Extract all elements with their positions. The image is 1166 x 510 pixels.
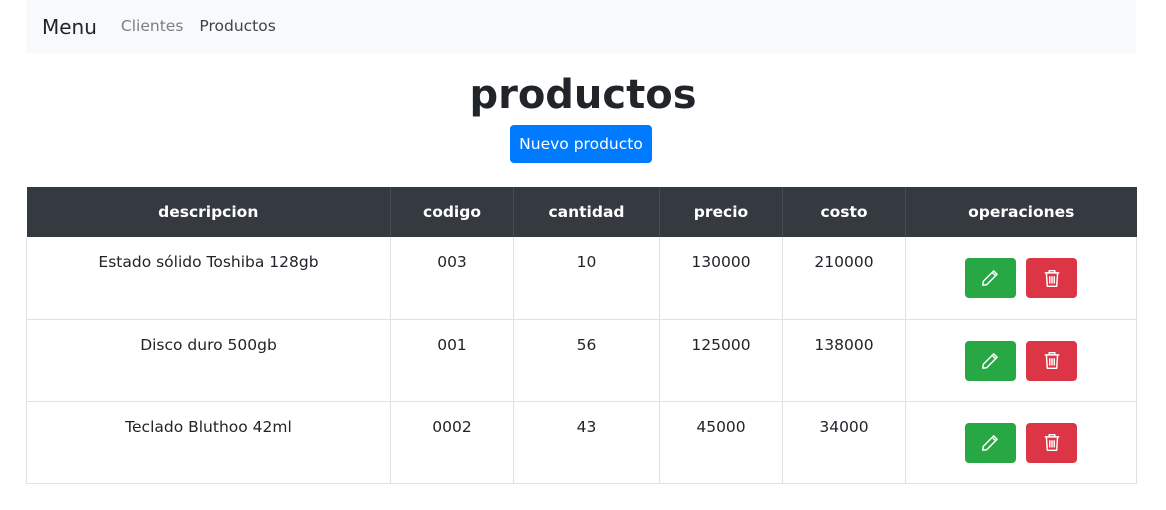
nav-link-productos[interactable]: Productos — [199, 18, 275, 35]
cell-precio: 125000 — [659, 319, 783, 402]
pencil-icon — [982, 270, 998, 286]
cell-costo: 138000 — [782, 319, 906, 402]
navbar: Menu Clientes Productos — [26, 0, 1136, 53]
column-header-codigo: codigo — [390, 187, 514, 237]
trash-icon — [1044, 351, 1060, 370]
cell-codigo: 0002 — [390, 401, 514, 484]
page-title: productos — [469, 72, 697, 118]
pencil-icon — [982, 352, 998, 369]
table-body: Estado sólido Toshiba 128gb 003 10 13000… — [26, 237, 1137, 484]
edit-button[interactable] — [964, 340, 1016, 381]
cell-descripcion: Estado sólido Toshiba 128gb — [26, 237, 391, 320]
cell-codigo: 001 — [390, 319, 514, 402]
table-row: Disco duro 500gb 001 56 125000 138000 — [26, 319, 1137, 402]
cell-precio: 130000 — [659, 237, 783, 320]
table-row: Estado sólido Toshiba 128gb 003 10 13000… — [26, 237, 1137, 320]
column-header-costo: costo — [782, 187, 906, 237]
cell-operaciones — [905, 237, 1137, 320]
column-header-precio: precio — [659, 187, 783, 237]
cell-operaciones — [905, 401, 1137, 484]
table-row: Teclado Bluthoo 42ml 0002 43 45000 34000 — [26, 401, 1137, 484]
column-header-descripcion: descripcion — [26, 187, 391, 237]
edit-button[interactable] — [964, 258, 1016, 298]
trash-icon — [1044, 433, 1060, 452]
column-header-cantidad: cantidad — [513, 187, 660, 237]
trash-icon — [1044, 269, 1060, 287]
cell-cantidad: 10 — [513, 237, 660, 320]
cell-cantidad: 56 — [513, 319, 660, 402]
cell-cantidad: 43 — [513, 401, 660, 484]
nav-link-clientes[interactable]: Clientes — [121, 18, 183, 35]
table-header: descripcion codigo cantidad precio costo… — [26, 187, 1137, 237]
delete-button[interactable] — [1026, 422, 1078, 463]
cell-costo: 210000 — [782, 237, 906, 320]
cell-descripcion: Disco duro 500gb — [26, 319, 391, 402]
cell-precio: 45000 — [659, 401, 783, 484]
pencil-icon — [982, 434, 998, 451]
cell-descripcion: Teclado Bluthoo 42ml — [26, 401, 391, 484]
navbar-brand[interactable]: Menu — [42, 17, 97, 37]
new-product-button[interactable]: Nuevo producto — [510, 125, 652, 163]
delete-button[interactable] — [1026, 340, 1078, 381]
delete-button[interactable] — [1026, 258, 1078, 298]
edit-button[interactable] — [964, 422, 1016, 463]
table-header-row: descripcion codigo cantidad precio costo… — [26, 187, 1137, 237]
cell-operaciones — [905, 319, 1137, 402]
cell-codigo: 003 — [390, 237, 514, 320]
column-header-operaciones: operaciones — [905, 187, 1137, 237]
products-table: descripcion codigo cantidad precio costo… — [26, 187, 1137, 484]
cell-costo: 34000 — [782, 401, 906, 484]
